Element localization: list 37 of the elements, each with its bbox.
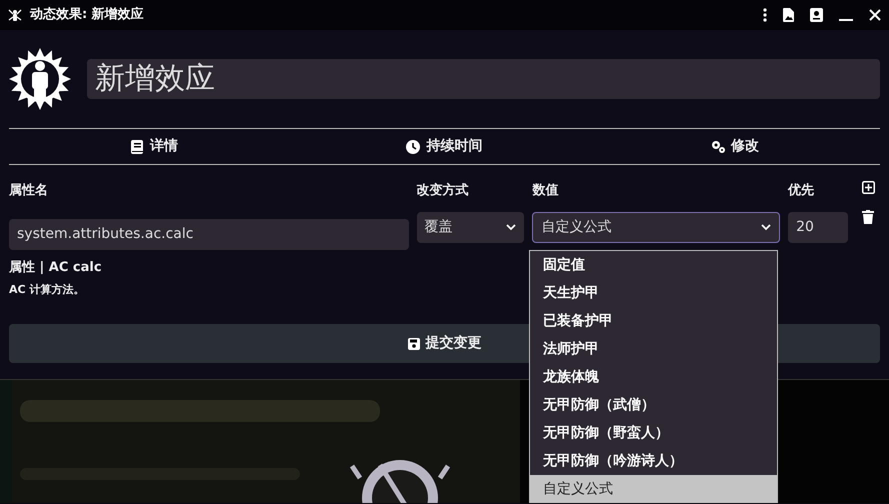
save-icon: [408, 338, 420, 350]
column-header: 优先: [788, 182, 816, 200]
column-header: 数值: [532, 182, 560, 200]
column-header: 属性名: [9, 182, 49, 200]
mode-select[interactable]: 覆盖: [416, 212, 524, 243]
dropdown-option[interactable]: 龙族体魄: [530, 363, 777, 391]
priority-field[interactable]: 20: [788, 212, 848, 243]
dropdown-option[interactable]: 天生护甲: [530, 279, 777, 307]
person-aura-icon: [9, 48, 71, 110]
attribute-key-field[interactable]: system.attributes.ac.calc: [9, 219, 409, 250]
dropdown-option[interactable]: 无甲防御（野蛮人）: [530, 419, 777, 447]
tab[interactable]: 持续时间: [299, 129, 590, 164]
name-field[interactable]: 新增效应: [87, 59, 880, 99]
value-select[interactable]: 自定义公式: [532, 212, 780, 243]
tab[interactable]: 修改: [590, 129, 880, 164]
dropdown-option[interactable]: 无甲防御（武僧）: [530, 391, 777, 419]
close-icon[interactable]: [869, 9, 881, 21]
add-icon[interactable]: [862, 181, 875, 194]
image-file-icon[interactable]: [783, 8, 794, 22]
gears-icon: [710, 140, 725, 154]
tab[interactable]: 详情: [9, 129, 300, 164]
trash-icon[interactable]: [862, 210, 874, 224]
book-icon: [130, 140, 144, 154]
column-header: 改变方式: [416, 182, 470, 200]
attribute-hint-text: AC 计算方法。: [9, 282, 86, 298]
dropdown-option[interactable]: 无甲防御（吟游诗人）: [530, 447, 777, 475]
dropdown-option[interactable]: 自定义公式: [530, 475, 777, 503]
attribute-hint-title: 属性 | AC calc: [9, 259, 103, 277]
caret-icon: [506, 224, 516, 231]
dropdown-option[interactable]: 固定值: [530, 251, 777, 279]
menu-icon[interactable]: [763, 8, 767, 22]
id-card-icon[interactable]: [810, 8, 823, 22]
window-title: 动态效果: 新增效应: [30, 6, 144, 24]
dropdown-option[interactable]: 法师护甲: [530, 335, 777, 363]
bug-icon: [8, 8, 22, 22]
caret-icon: [761, 224, 772, 231]
clock-icon: [406, 140, 420, 154]
